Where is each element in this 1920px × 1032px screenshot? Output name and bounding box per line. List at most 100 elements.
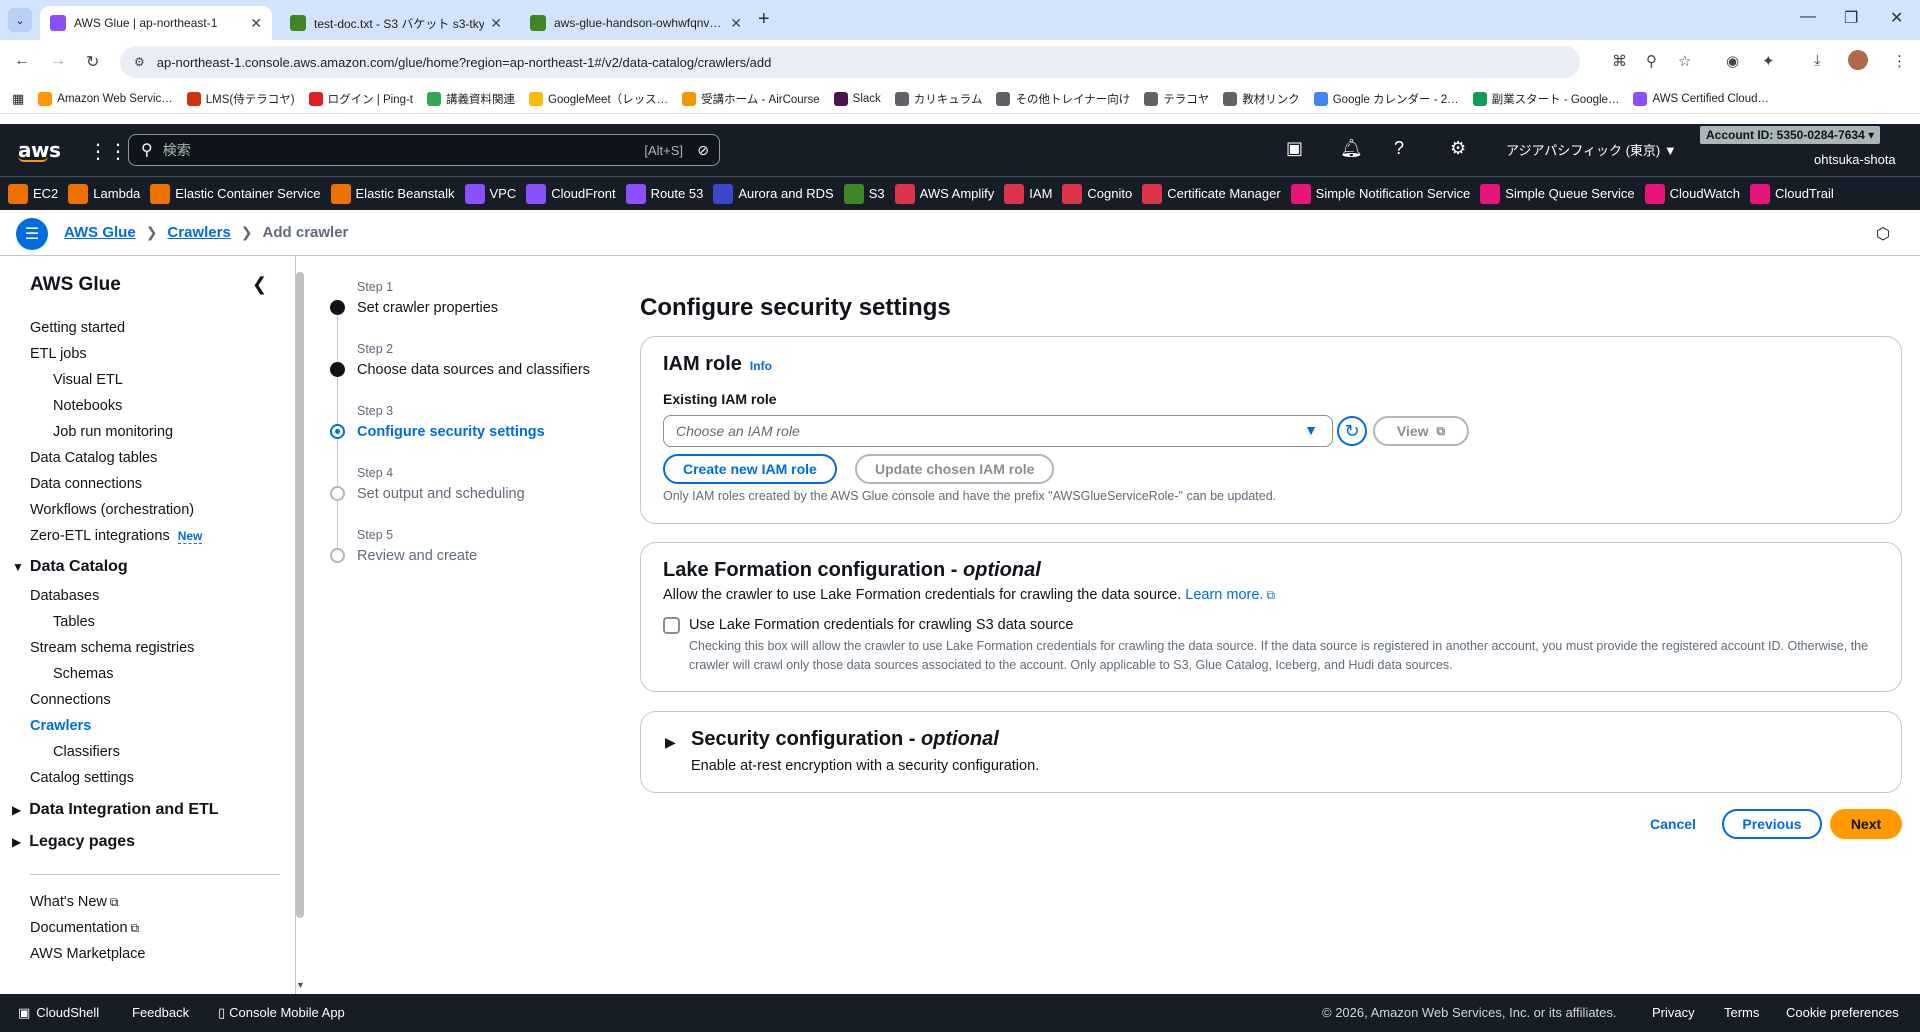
- lake-formation-checkbox[interactable]: [663, 617, 680, 634]
- translate-icon[interactable]: ⌘: [1612, 52, 1627, 70]
- sidebar-item-visual-etl[interactable]: Visual ETL: [53, 372, 123, 388]
- learn-more-link[interactable]: Learn more.: [1185, 587, 1263, 603]
- favorite-service-cloudwatch[interactable]: CloudWatch: [1644, 183, 1740, 204]
- tab-search-button[interactable]: ⌄: [8, 8, 32, 32]
- bookmark-item[interactable]: Slack: [833, 91, 881, 106]
- new-tab-button[interactable]: +: [758, 8, 770, 31]
- security-configuration-panel[interactable]: ▶ Security configuration - optional Enab…: [640, 711, 1902, 793]
- refresh-icon[interactable]: ↻: [1337, 416, 1367, 446]
- favorite-service-iam[interactable]: IAM: [1004, 183, 1052, 204]
- close-window-icon[interactable]: ✕: [1890, 8, 1903, 28]
- sidebar-item-data-connections[interactable]: Data connections: [30, 476, 142, 492]
- breadcrumb-crawlers[interactable]: Crawlers: [167, 224, 230, 241]
- browser-menu-icon[interactable]: ⋮: [1892, 52, 1907, 70]
- bookmark-item[interactable]: Amazon Web Servic…: [38, 91, 173, 106]
- back-icon[interactable]: ←: [14, 52, 30, 70]
- favorite-service-aurora-and-rds[interactable]: Aurora and RDS: [713, 183, 834, 204]
- iam-role-select[interactable]: Choose an IAM role ▼: [663, 415, 1333, 447]
- terms-link[interactable]: Terms: [1724, 1005, 1759, 1020]
- close-tab-icon[interactable]: ✕: [730, 15, 742, 32]
- sidebar-item-catalog-settings[interactable]: Catalog settings: [30, 770, 134, 786]
- notifications-bell-icon[interactable]: 🔔︎: [1340, 138, 1363, 159]
- screenshot-icon[interactable]: ◉: [1726, 52, 1739, 70]
- view-role-button[interactable]: View ⧉: [1373, 416, 1469, 446]
- bookmark-item[interactable]: Google カレンダー - 2…: [1313, 91, 1459, 107]
- favorite-service-route-53[interactable]: Route 53: [625, 183, 703, 204]
- favorite-service-certificate-manager[interactable]: Certificate Manager: [1142, 183, 1281, 204]
- favorite-service-simple-notification-service[interactable]: Simple Notification Service: [1290, 183, 1470, 204]
- bookmark-item[interactable]: 教材リンク: [1223, 91, 1300, 107]
- close-tab-icon[interactable]: ✕: [250, 15, 262, 32]
- sidebar-item-stream-schema-registries[interactable]: Stream schema registries: [30, 640, 194, 656]
- sidebar-item-etl-jobs[interactable]: ETL jobs: [30, 346, 87, 362]
- console-search-input[interactable]: ⚲ 検索 [Alt+S] ⊘: [128, 134, 720, 166]
- region-selector[interactable]: アジアパシフィック (東京) ▼: [1506, 140, 1677, 159]
- favorite-service-lambda[interactable]: Lambda: [68, 183, 140, 204]
- console-mobile-app-link[interactable]: ▯ Console Mobile App: [218, 1005, 345, 1021]
- sidebar-item-zero-etl[interactable]: Zero-ETL integrations New: [30, 528, 203, 544]
- forward-icon[interactable]: →: [50, 52, 66, 70]
- sidebar-item-crawlers[interactable]: Crawlers: [30, 718, 91, 734]
- aws-logo[interactable]: aws: [18, 138, 61, 162]
- scroll-down-arrow-icon[interactable]: ▼: [296, 980, 305, 990]
- next-button[interactable]: Next: [1830, 809, 1902, 839]
- browser-tab-s3-bucket[interactable]: aws-glue-handson-owhwfqnv… ✕: [520, 6, 752, 40]
- sidebar-item-getting-started[interactable]: Getting started: [30, 320, 125, 336]
- search-options-icon[interactable]: ⊘: [697, 142, 709, 159]
- sidebar-item-job-run-monitoring[interactable]: Job run monitoring: [53, 424, 173, 440]
- step-label[interactable]: Set crawler properties: [357, 300, 498, 316]
- download-icon[interactable]: ⤓: [1814, 52, 1821, 69]
- bookmark-item[interactable]: LMS(侍テラコヤ): [186, 91, 295, 107]
- privacy-link[interactable]: Privacy: [1652, 1005, 1695, 1020]
- browser-tab-s3-object[interactable]: test-doc.txt - S3 バケット s3-tky-… ✕: [280, 6, 512, 40]
- favorite-service-cloudfront[interactable]: CloudFront: [526, 183, 616, 204]
- favorite-service-cloudtrail[interactable]: CloudTrail: [1749, 183, 1834, 204]
- apps-grid-icon[interactable]: ▦: [12, 91, 24, 107]
- sidebar-item-data-catalog-tables[interactable]: Data Catalog tables: [30, 450, 157, 466]
- update-iam-role-button[interactable]: Update chosen IAM role: [855, 454, 1055, 484]
- bookmark-item[interactable]: GoogleMeet（レッス…: [529, 91, 668, 107]
- reload-icon[interactable]: ↻: [86, 52, 99, 72]
- sidebar-item-tables[interactable]: Tables: [53, 614, 95, 630]
- bookmark-item[interactable]: ログイン | Ping-t: [308, 91, 413, 107]
- bookmark-item[interactable]: カリキュラム: [894, 91, 982, 107]
- restore-icon[interactable]: ❐: [1844, 8, 1858, 28]
- sidebar-item-schemas[interactable]: Schemas: [53, 666, 113, 682]
- create-iam-role-button[interactable]: Create new IAM role: [663, 454, 837, 484]
- sidebar-link-whats-new[interactable]: What's New ⧉: [30, 894, 118, 910]
- bookmark-item[interactable]: 受講ホーム - AirCourse: [682, 91, 820, 107]
- site-info-icon[interactable]: ⚙: [134, 55, 145, 69]
- hamburger-menu-icon[interactable]: ☰: [16, 218, 48, 250]
- favorite-service-ec2[interactable]: EC2: [8, 183, 58, 204]
- user-name[interactable]: ohtsuka-shota: [1814, 152, 1896, 167]
- bookmark-item[interactable]: 副業スタート - Google…: [1472, 91, 1619, 107]
- tools-panel-icon[interactable]: ⬡: [1876, 224, 1890, 244]
- bookmark-item[interactable]: AWS Certified Cloud…: [1633, 91, 1769, 106]
- sidebar-item-databases[interactable]: Databases: [30, 588, 99, 604]
- favorite-service-s3[interactable]: S3: [843, 183, 885, 204]
- bookmark-star-icon[interactable]: ☆: [1678, 52, 1691, 70]
- favorite-service-cognito[interactable]: Cognito: [1062, 183, 1132, 204]
- account-id-badge[interactable]: Account ID: 5350-0284-7634 ▾: [1700, 126, 1881, 144]
- url-field[interactable]: ⚙ ap-northeast-1.console.aws.amazon.com/…: [120, 46, 1580, 78]
- sidebar-section-data-catalog[interactable]: ▼ Data Catalog: [12, 558, 128, 576]
- sidebar-item-connections[interactable]: Connections: [30, 692, 111, 708]
- info-link[interactable]: Info: [750, 359, 772, 373]
- security-configuration-heading[interactable]: Security configuration - optional: [691, 728, 999, 751]
- bookmark-item[interactable]: 講義資料関連: [427, 91, 515, 107]
- profile-avatar[interactable]: [1848, 50, 1868, 70]
- bookmark-item[interactable]: その他トレイナー向け: [996, 91, 1130, 107]
- previous-button[interactable]: Previous: [1722, 809, 1822, 839]
- settings-gear-icon[interactable]: ⚙: [1450, 138, 1466, 159]
- sidenav-title[interactable]: AWS Glue: [30, 274, 121, 296]
- favorite-service-simple-queue-service[interactable]: Simple Queue Service: [1480, 183, 1635, 204]
- favorite-service-elastic-container-service[interactable]: Elastic Container Service: [150, 183, 321, 204]
- cookie-preferences-link[interactable]: Cookie preferences: [1786, 1005, 1899, 1020]
- sidebar-item-notebooks[interactable]: Notebooks: [53, 398, 122, 414]
- expand-caret-icon[interactable]: ▶: [665, 734, 676, 751]
- browser-tab-aws-glue[interactable]: AWS Glue | ap-northeast-1 ✕: [40, 6, 272, 40]
- sidenav-scrollbar[interactable]: [296, 272, 304, 918]
- feedback-link[interactable]: Feedback: [132, 1005, 189, 1020]
- sidebar-item-workflows[interactable]: Workflows (orchestration): [30, 502, 194, 518]
- step-label[interactable]: Choose data sources and classifiers: [357, 362, 590, 378]
